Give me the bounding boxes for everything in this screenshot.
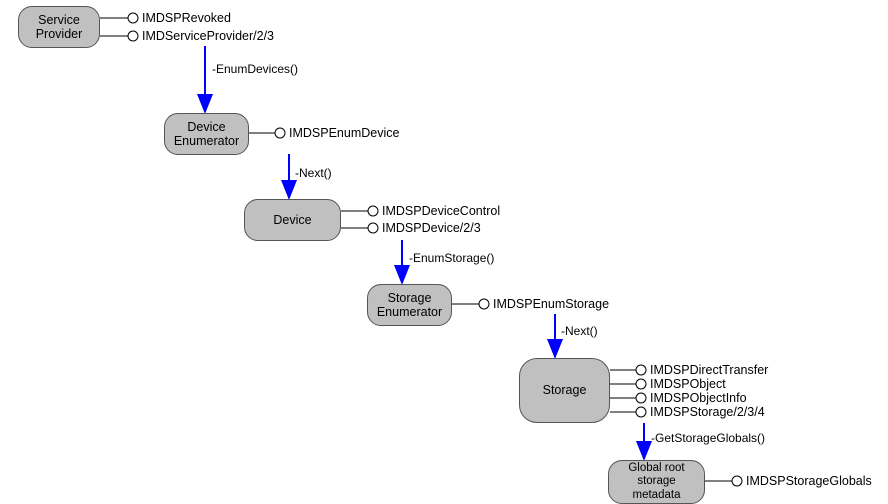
iface-imdsp-directtransfer: IMDSPDirectTransfer [650, 363, 768, 377]
call-enumstorage: -EnumStorage() [409, 251, 494, 265]
iface-imdsp-enumdevice: IMDSPEnumDevice [289, 126, 399, 140]
iface-imdsp-revoked: IMDSPRevoked [142, 11, 231, 25]
iface-imdserviceprovider: IMDServiceProvider/2/3 [142, 29, 274, 43]
node-device-enumerator: Device Enumerator [164, 113, 249, 155]
call-next-2: -Next() [561, 324, 598, 338]
iface-imdsp-devicecontrol: IMDSPDeviceControl [382, 204, 500, 218]
call-next-1: -Next() [295, 166, 332, 180]
node-label: Device Enumerator [174, 120, 239, 149]
call-enumdevices: -EnumDevices() [212, 62, 298, 76]
node-global-root-storage-metadata: Global root storage metadata [608, 460, 705, 504]
node-storage: Storage [519, 358, 610, 423]
node-label: Storage [543, 383, 587, 397]
node-storage-enumerator: Storage Enumerator [367, 284, 452, 326]
iface-imdsp-object: IMDSPObject [650, 377, 726, 391]
node-service-provider: Service Provider [18, 6, 100, 48]
iface-imdsp-device: IMDSPDevice/2/3 [382, 221, 481, 235]
iface-imdsp-storageglobals: IMDSPStorageGlobals [746, 474, 872, 488]
node-label: Service Provider [36, 13, 83, 42]
iface-imdsp-objectinfo: IMDSPObjectInfo [650, 391, 747, 405]
iface-imdsp-enumstorage: IMDSPEnumStorage [493, 297, 609, 311]
iface-imdsp-storage: IMDSPStorage/2/3/4 [650, 405, 765, 419]
node-device: Device [244, 199, 341, 241]
node-label: Device [273, 213, 311, 227]
node-label: Global root storage metadata [628, 462, 684, 502]
node-label: Storage Enumerator [377, 291, 442, 320]
call-getstorageglobals: -GetStorageGlobals() [651, 431, 765, 445]
